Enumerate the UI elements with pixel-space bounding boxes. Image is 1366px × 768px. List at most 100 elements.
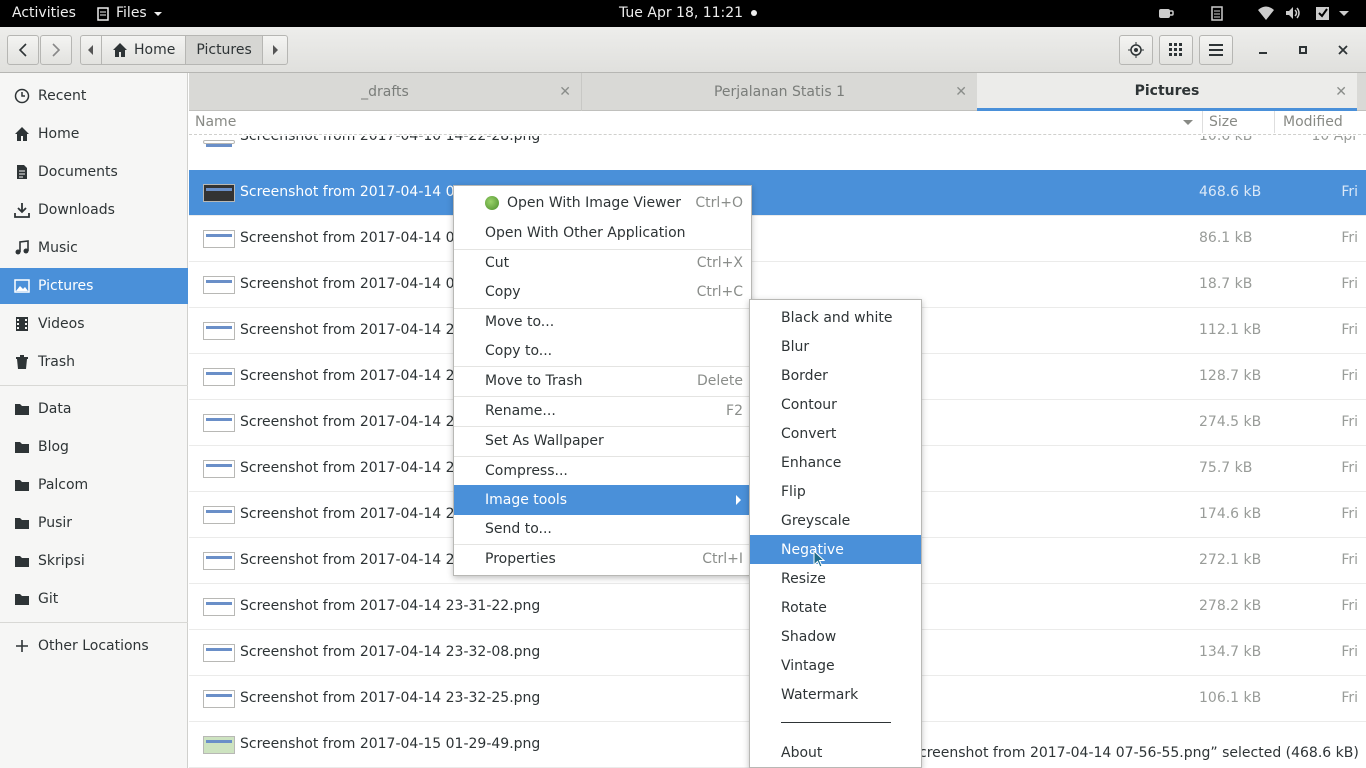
submenu-item-black-and-white[interactable]: Black and white [750, 303, 921, 332]
submenu-item-negative[interactable]: Negative [750, 535, 921, 564]
file-name: Screenshot from 2017-04-15 01-29-49.png [240, 736, 541, 752]
folder-icon [14, 553, 30, 569]
sidebar-item-label: Documents [38, 164, 118, 180]
back-button[interactable] [7, 35, 39, 65]
column-size[interactable]: Size [1209, 114, 1238, 130]
menu-item-set-as-wallpaper[interactable]: Set As Wallpaper [454, 426, 751, 456]
table-row[interactable]: Screenshot from 2017-04-14 07 468.6 kB F… [189, 170, 1366, 216]
column-name[interactable]: Name [195, 114, 236, 130]
sidebar-item-downloads[interactable]: Downloads [0, 192, 188, 228]
sidebar-item-skripsi[interactable]: Skripsi [0, 543, 188, 579]
app-menu[interactable]: Files [96, 0, 163, 27]
breadcrumb-scroll-left[interactable] [81, 36, 102, 64]
column-modified[interactable]: Modified [1283, 114, 1343, 130]
menu-button[interactable] [1199, 35, 1233, 65]
submenu-item-watermark[interactable]: Watermark [750, 680, 921, 709]
menu-item-open-with-image-viewer[interactable]: Open With Image Viewer Ctrl+O [454, 188, 751, 218]
file-modified: Fri [1341, 552, 1358, 568]
volume-icon[interactable] [1285, 5, 1301, 21]
grid-view-button[interactable] [1159, 35, 1193, 65]
file-thumbnail [203, 140, 235, 147]
sidebar-item-music[interactable]: Music [0, 230, 188, 266]
submenu-item-blur[interactable]: Blur [750, 332, 921, 361]
submenu-item-label: Rotate [781, 599, 827, 616]
sidebar-item-data[interactable]: Data [0, 391, 188, 427]
menu-item-copy[interactable]: Copy Ctrl+C [454, 277, 751, 307]
chevron-right-icon [272, 45, 278, 55]
tab-perjalanan-statis[interactable]: Perjalanan Statis 1 ✕ [581, 73, 977, 111]
close-button[interactable] [1332, 39, 1354, 61]
submenu-item-resize[interactable]: Resize [750, 564, 921, 593]
sidebar-item-other-locations[interactable]: Other Locations [0, 628, 188, 664]
tab-drafts[interactable]: _drafts ✕ [189, 73, 581, 111]
file-name: Screenshot from 2017-04-14 23 [240, 368, 464, 384]
clock[interactable]: Tue Apr 18, 11:21 [619, 0, 757, 27]
file-thumbnail [203, 552, 235, 570]
sidebar-item-label: Pictures [38, 278, 94, 294]
wifi-icon[interactable] [1258, 5, 1274, 21]
breadcrumb-home[interactable]: Home [102, 36, 187, 64]
sidebar-item-documents[interactable]: Documents [0, 154, 188, 190]
table-row[interactable]: Screenshot from 2017-04-14 07 86.1 kB Fr… [189, 216, 1366, 262]
file-modified: Fri [1341, 598, 1358, 614]
activities-button[interactable]: Activities [12, 0, 76, 27]
submenu-item-label: Blur [781, 338, 810, 355]
submenu-item-convert[interactable]: Convert [750, 419, 921, 448]
sidebar-item-home[interactable]: Home [0, 116, 188, 152]
menu-item-label: Image tools [485, 492, 568, 508]
menu-item-open-with-other[interactable]: Open With Other Application [454, 218, 751, 248]
sidebar-item-trash[interactable]: Trash [0, 344, 188, 380]
sidebar-item-recent[interactable]: Recent [0, 78, 188, 114]
menu-item-label: Cut [485, 255, 510, 271]
submenu-item-flip[interactable]: Flip [750, 477, 921, 506]
power-menu-chevron-icon[interactable] [1338, 5, 1350, 21]
image-tools-submenu: Black and white Blur Border Contour Conv… [749, 299, 922, 768]
sidebar-item-label: Palcom [38, 477, 89, 493]
sidebar-item-label: Trash [38, 354, 75, 370]
sort-down-icon[interactable] [1182, 119, 1194, 127]
menu-item-label: Send to... [485, 521, 552, 537]
tab-label: Pictures [1134, 82, 1200, 99]
minimize-button[interactable] [1252, 39, 1274, 61]
maximize-button[interactable] [1292, 39, 1314, 61]
forward-button[interactable] [40, 35, 72, 65]
file-name: Screenshot from 2017-04-14 23 [240, 322, 464, 338]
location-button[interactable] [1119, 35, 1153, 65]
folder-icon [14, 401, 30, 417]
breadcrumb-pictures[interactable]: Pictures [186, 36, 263, 64]
close-icon[interactable]: ✕ [559, 84, 571, 100]
coffee-icon[interactable] [1158, 5, 1174, 21]
submenu-item-greyscale[interactable]: Greyscale [750, 506, 921, 535]
submenu-item-enhance[interactable]: Enhance [750, 448, 921, 477]
breadcrumb-scroll-right[interactable] [263, 36, 287, 64]
menu-item-rename[interactable]: Rename... F2 [454, 396, 751, 426]
menu-item-move-to-trash[interactable]: Move to Trash Delete [454, 366, 751, 396]
menu-item-move-to[interactable]: Move to... [454, 307, 751, 337]
breadcrumb: Home Pictures [80, 35, 288, 65]
tasks-icon[interactable] [1315, 5, 1331, 21]
tab-pictures[interactable]: Pictures ✕ [977, 73, 1357, 111]
menu-item-send-to[interactable]: Send to... [454, 514, 751, 544]
menu-item-compress[interactable]: Compress... [454, 456, 751, 486]
sidebar-item-pusir[interactable]: Pusir [0, 505, 188, 541]
sidebar-item-label: Data [38, 401, 72, 417]
submenu-item-border[interactable]: Border [750, 361, 921, 390]
clipboard-icon[interactable] [1209, 5, 1225, 21]
menu-item-cut[interactable]: Cut Ctrl+X [454, 248, 751, 278]
sidebar-item-pictures[interactable]: Pictures [0, 268, 188, 304]
menu-item-image-tools[interactable]: Image tools [454, 485, 751, 515]
submenu-item-about[interactable]: About [750, 738, 921, 767]
close-icon[interactable]: ✕ [1335, 84, 1347, 100]
sidebar-item-palcom[interactable]: Palcom [0, 467, 188, 503]
sidebar-item-git[interactable]: Git [0, 581, 188, 617]
menu-item-copy-to[interactable]: Copy to... [454, 336, 751, 366]
submenu-item-shadow[interactable]: Shadow [750, 622, 921, 651]
close-icon[interactable]: ✕ [955, 84, 967, 100]
menu-item-properties[interactable]: Properties Ctrl+I [454, 544, 751, 574]
submenu-item-vintage[interactable]: Vintage [750, 651, 921, 680]
submenu-item-rotate[interactable]: Rotate [750, 593, 921, 622]
submenu-item-contour[interactable]: Contour [750, 390, 921, 419]
sidebar-item-videos[interactable]: Videos [0, 306, 188, 342]
table-row[interactable]: Screenshot from 2017-04-10 14-22-28.png … [189, 136, 1366, 172]
sidebar-item-blog[interactable]: Blog [0, 429, 188, 465]
